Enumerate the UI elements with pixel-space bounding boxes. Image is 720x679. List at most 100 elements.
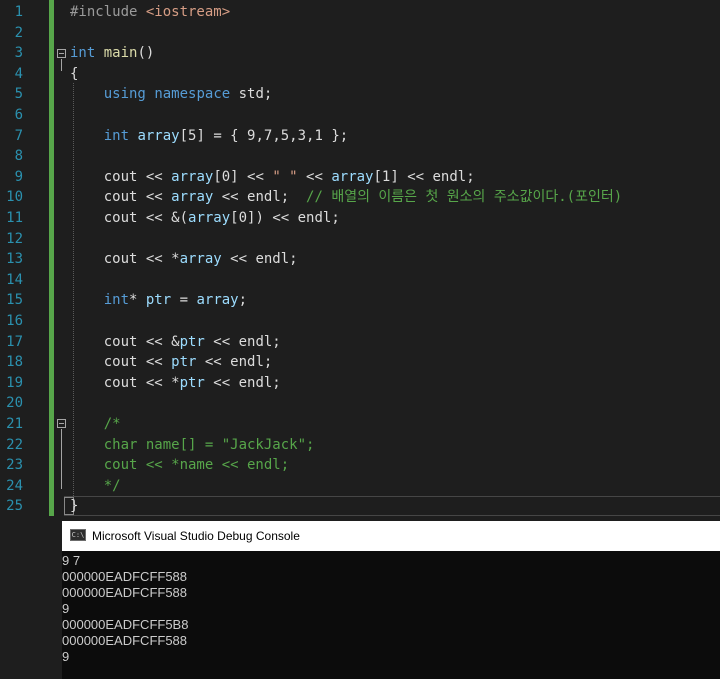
code-line[interactable]: int* ptr = array;: [70, 290, 247, 311]
fold-line: [61, 59, 62, 71]
code-token: << endl;: [204, 333, 281, 350]
code-token: [1] << endl;: [373, 168, 475, 185]
code-line[interactable]: cout << &(array[0]) << endl;: [70, 208, 340, 229]
code-token: using: [103, 86, 146, 103]
code-line[interactable]: cout << *array << endl;: [70, 249, 298, 270]
line-number: 9: [14, 168, 23, 185]
line-number: 6: [14, 107, 23, 123]
console-output-line: 000000EADFCFF588: [62, 585, 188, 600]
code-token: #include: [70, 4, 146, 20]
line-number: 22: [6, 436, 23, 453]
code-line[interactable]: */: [70, 476, 121, 497]
code-token: cout << &(: [70, 210, 189, 226]
line-number: 15: [6, 292, 23, 309]
collapse-main-icon[interactable]: [57, 49, 66, 58]
code-line[interactable]: cout << array[0] << " " << array[1] << e…: [70, 167, 475, 188]
code-line[interactable]: cout << array << endl; // 배열의 이름은 첫 원소의 …: [70, 187, 622, 208]
console-title-bar[interactable]: C:\ Microsoft Visual Studio Debug Consol…: [62, 521, 720, 551]
code-editor[interactable]: 1 2 3 4 5 6 7 8 9 10 11 12 13 14 15 16 17 18 19 20 21 22 23 24 2…: [0, 0, 720, 520]
line-number: 10: [6, 189, 23, 206]
line-number: 2: [14, 24, 23, 41]
code-token: (): [137, 45, 155, 62]
code-token: <<: [297, 168, 332, 185]
code-token: cout <<: [70, 354, 172, 371]
code-token: */: [103, 477, 121, 494]
console-output-line: 000000EADFCFF588: [62, 633, 188, 648]
code-token: int: [70, 45, 96, 62]
code-token: " ": [272, 168, 298, 185]
code-line[interactable]: using namespace std;: [70, 84, 273, 105]
code-token: [0]) << endl;: [230, 210, 340, 226]
code-line[interactable]: cout << ptr << endl;: [70, 352, 273, 373]
code-token: ptr: [171, 354, 197, 371]
code-token: array: [331, 168, 374, 185]
line-number: 4: [14, 65, 23, 82]
code-token: cout <<: [70, 189, 172, 206]
code-token: int: [103, 292, 130, 309]
code-token: << endl;: [196, 354, 273, 371]
console-output-line: 000000EADFCFF5B8: [62, 617, 189, 632]
line-number: 11: [6, 210, 23, 226]
line-number: 7: [14, 127, 23, 144]
line-number: 20: [6, 395, 23, 412]
code-token: array: [188, 210, 231, 226]
code-token: cout << *name << endl;: [103, 457, 290, 474]
code-token: cout << *: [70, 374, 180, 391]
console-output-line: 9 7: [62, 553, 81, 568]
line-number: 12: [6, 230, 23, 247]
code-line[interactable]: int array[5] = { 9,7,5,3,1 };: [70, 126, 348, 147]
code-line[interactable]: /*: [70, 414, 121, 435]
console-output-line: 000000EADFCFF588: [62, 569, 188, 584]
line-number-gutter: 1 2 3 4 5 6 7 8 9 10 11 12 13 14 15 16 17 18 19 20 21 22 23 24 2…: [0, 0, 50, 520]
code-token: char name[] = "JackJack";: [103, 436, 315, 453]
code-token: {: [70, 65, 79, 82]
debug-console-window[interactable]: C:\ Microsoft Visual Studio Debug Consol…: [62, 521, 720, 679]
code-token: array: [171, 189, 214, 206]
code-line[interactable]: cout << *name << endl;: [70, 455, 289, 476]
code-token: int: [103, 127, 130, 144]
code-token: array: [171, 168, 214, 185]
code-token: cout <<: [70, 168, 172, 185]
code-token: namespace: [154, 86, 231, 103]
current-line-highlight: [64, 496, 720, 516]
code-token: array: [137, 127, 180, 144]
line-number: 16: [6, 313, 23, 329]
code-token: <iostream>: [145, 4, 231, 20]
code-token: ptr: [145, 292, 172, 309]
code-line[interactable]: char name[] = "JackJack";: [70, 435, 315, 456]
code-token: ptr: [179, 333, 205, 350]
code-token: << endl;: [221, 251, 298, 268]
line-number: 17: [6, 333, 23, 350]
line-number: 25: [6, 498, 23, 515]
code-token: ptr: [179, 374, 205, 391]
code-token: // 배열의 이름은 첫 원소의 주소값이다.(포인터): [306, 189, 623, 206]
line-number: 19: [6, 374, 23, 391]
code-line[interactable]: int main(): [70, 43, 154, 64]
line-number: 23: [6, 457, 23, 474]
console-title: Microsoft Visual Studio Debug Console: [92, 529, 300, 543]
code-line[interactable]: cout << *ptr << endl;: [70, 373, 281, 394]
code-token: [0] <<: [213, 168, 273, 185]
console-output: 9 7 000000EADFCFF588 000000EADFCFF588 9 0000…: [62, 553, 720, 665]
line-number: 21: [6, 416, 23, 432]
collapse-comment-icon[interactable]: [57, 419, 66, 428]
code-token: =: [171, 292, 197, 309]
console-output-line: 9: [62, 601, 70, 616]
code-token: << endl;: [213, 189, 307, 206]
change-tracking-bar: [49, 0, 54, 516]
code-line[interactable]: }: [70, 496, 78, 517]
code-line[interactable]: #include <iostream>: [70, 2, 230, 23]
code-token: cout << *: [70, 251, 180, 268]
code-line[interactable]: cout << &ptr << endl;: [70, 332, 281, 353]
line-number: 3: [14, 45, 23, 62]
line-number: 1: [14, 4, 23, 20]
code-token: cout << &: [70, 333, 180, 350]
console-app-icon: C:\: [70, 529, 86, 541]
code-line[interactable]: {: [70, 64, 78, 85]
